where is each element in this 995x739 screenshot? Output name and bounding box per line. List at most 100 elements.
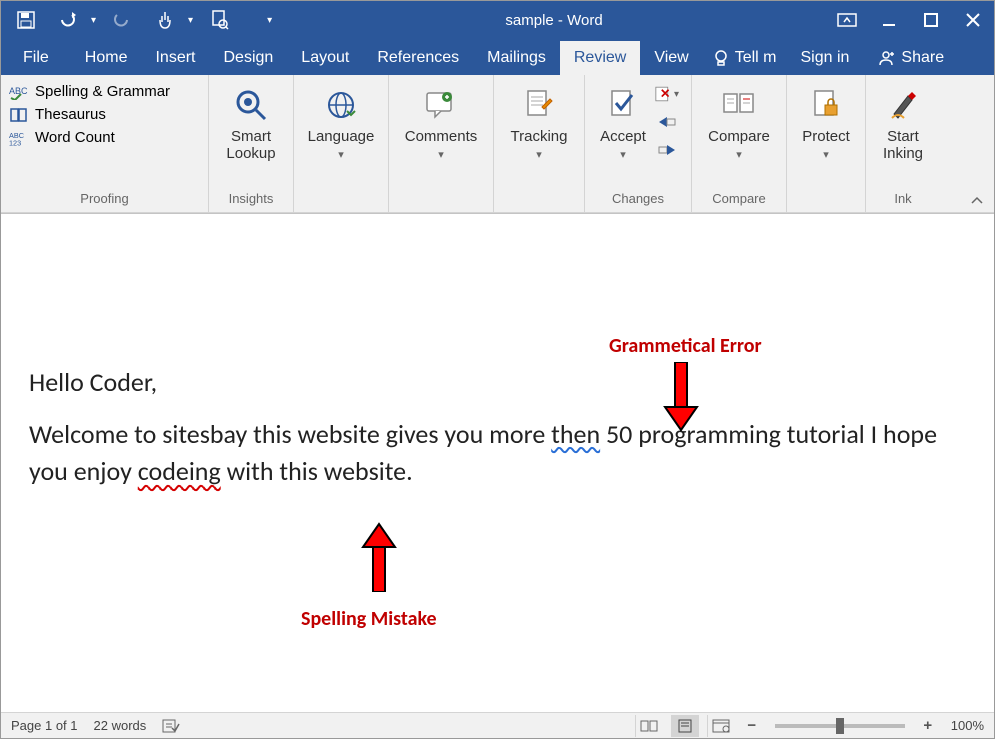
group-changes-label: Changes: [612, 189, 664, 210]
status-word-count[interactable]: 22 words: [94, 718, 147, 733]
tab-view[interactable]: View: [640, 41, 702, 75]
protect-button[interactable]: Protect ▾: [793, 79, 859, 161]
doc-text: Welcome to sitesbay this website gives y…: [29, 418, 551, 450]
compare-icon: [722, 83, 756, 127]
thesaurus-icon: [9, 107, 29, 123]
group-ink-label: Ink: [894, 189, 911, 210]
smart-lookup-button[interactable]: Smart Lookup: [215, 79, 287, 162]
dropdown-caret-icon: ▾: [736, 148, 742, 161]
share-button[interactable]: Share: [863, 41, 958, 75]
group-tracking-label: [537, 189, 541, 210]
print-layout-view-button[interactable]: [671, 715, 699, 737]
previous-change-button[interactable]: [655, 111, 679, 133]
dropdown-caret-icon: ▾: [536, 148, 542, 161]
tab-insert[interactable]: Insert: [141, 41, 209, 75]
tab-layout[interactable]: Layout: [287, 41, 363, 75]
group-insights-label: Insights: [229, 189, 274, 210]
redo-button[interactable]: [104, 5, 142, 35]
tab-design[interactable]: Design: [209, 41, 287, 75]
close-button[interactable]: [952, 5, 994, 35]
touch-mode-button[interactable]: [146, 5, 184, 35]
spellcheck-icon: ABC: [9, 84, 29, 100]
dropdown-caret-icon: ▾: [823, 148, 829, 161]
tracking-button[interactable]: Tracking ▾: [500, 79, 578, 161]
group-compare-label: Compare: [712, 189, 765, 210]
group-language-label: [339, 189, 343, 210]
qat-customize-icon[interactable]: ▾: [263, 15, 276, 26]
start-inking-button[interactable]: Start Inking: [872, 79, 934, 162]
protect-label: Protect: [802, 129, 850, 146]
spelling-error-word[interactable]: codeing: [138, 455, 221, 487]
tab-mailings[interactable]: Mailings: [473, 41, 560, 75]
thesaurus-label: Thesaurus: [35, 106, 106, 123]
tab-review[interactable]: Review: [560, 41, 640, 75]
window-title: sample - Word: [282, 12, 826, 29]
share-label: Share: [901, 49, 944, 67]
doc-greeting: Hello Coder,: [29, 366, 157, 398]
smart-lookup-label: Smart Lookup: [226, 129, 275, 162]
zoom-slider[interactable]: [775, 724, 905, 728]
save-button[interactable]: [7, 5, 45, 35]
maximize-button[interactable]: [910, 5, 952, 35]
group-proofing-label: Proofing: [80, 189, 128, 210]
annotation-spelling: Spelling Mistake: [301, 607, 437, 631]
ribbon-display-button[interactable]: [826, 5, 868, 35]
document-area[interactable]: Hello Coder, Welcome to sitesbay this we…: [1, 213, 994, 712]
compare-label: Compare: [708, 129, 770, 146]
compare-button[interactable]: Compare ▾: [698, 79, 780, 161]
thesaurus-button[interactable]: Thesaurus: [9, 106, 200, 123]
zoom-level[interactable]: 100%: [951, 718, 984, 733]
zoom-slider-thumb[interactable]: [836, 718, 844, 734]
grammar-error-word[interactable]: then: [551, 418, 600, 450]
language-icon: [325, 83, 357, 127]
doc-text: with this website.: [221, 455, 413, 487]
tracking-icon: [524, 83, 554, 127]
spelling-grammar-button[interactable]: ABC Spelling & Grammar: [9, 83, 200, 100]
spelling-grammar-label: Spelling & Grammar: [35, 83, 170, 100]
undo-caret-icon[interactable]: ▾: [87, 15, 100, 26]
accept-button[interactable]: Accept ▾: [591, 79, 655, 161]
accept-icon: [608, 83, 638, 127]
tell-me-label: Tell m: [735, 49, 777, 67]
zoom-out-button[interactable]: −: [743, 717, 761, 734]
minimize-button[interactable]: [868, 5, 910, 35]
group-protect-label: [824, 189, 828, 210]
group-comments-label: [439, 189, 443, 210]
sign-in-button[interactable]: Sign in: [787, 41, 864, 75]
annotation-grammar: Grammetical Error: [609, 334, 762, 358]
tab-references[interactable]: References: [363, 41, 473, 75]
protect-icon: [811, 83, 841, 127]
language-button[interactable]: Language ▾: [300, 79, 382, 161]
print-preview-button[interactable]: [201, 5, 239, 35]
svg-text:123: 123: [9, 138, 21, 146]
comments-label: Comments: [405, 129, 478, 146]
undo-button[interactable]: [49, 5, 87, 35]
ink-pen-icon: [888, 83, 918, 127]
word-count-button[interactable]: ABC123 Word Count: [9, 129, 200, 146]
language-label: Language: [308, 129, 375, 146]
tell-me-search[interactable]: Tell m: [703, 41, 787, 75]
web-layout-view-button[interactable]: [707, 715, 735, 737]
tracking-label: Tracking: [511, 129, 568, 146]
smart-lookup-icon: [233, 83, 269, 127]
reject-button[interactable]: ▾: [655, 83, 679, 105]
collapse-ribbon-button[interactable]: [970, 196, 984, 206]
read-mode-view-button[interactable]: [635, 715, 663, 737]
dropdown-caret-icon: ▾: [438, 148, 444, 161]
svg-text:ABC: ABC: [9, 86, 28, 96]
tab-file[interactable]: File: [1, 41, 71, 75]
status-proofing-icon[interactable]: [162, 718, 180, 734]
word-count-label: Word Count: [35, 129, 115, 146]
zoom-in-button[interactable]: +: [919, 717, 937, 734]
arrow-down-icon: [661, 362, 701, 432]
tab-home[interactable]: Home: [71, 41, 142, 75]
inking-label: Start Inking: [883, 129, 923, 162]
dropdown-caret-icon: ▾: [620, 148, 626, 161]
dropdown-caret-icon: ▾: [338, 148, 344, 161]
comments-button[interactable]: Comments ▾: [395, 79, 487, 161]
word-count-icon: ABC123: [9, 130, 29, 146]
status-page[interactable]: Page 1 of 1: [11, 718, 78, 733]
touch-caret-icon[interactable]: ▾: [184, 15, 197, 26]
next-change-button[interactable]: [655, 139, 679, 161]
accept-label: Accept: [600, 129, 646, 146]
